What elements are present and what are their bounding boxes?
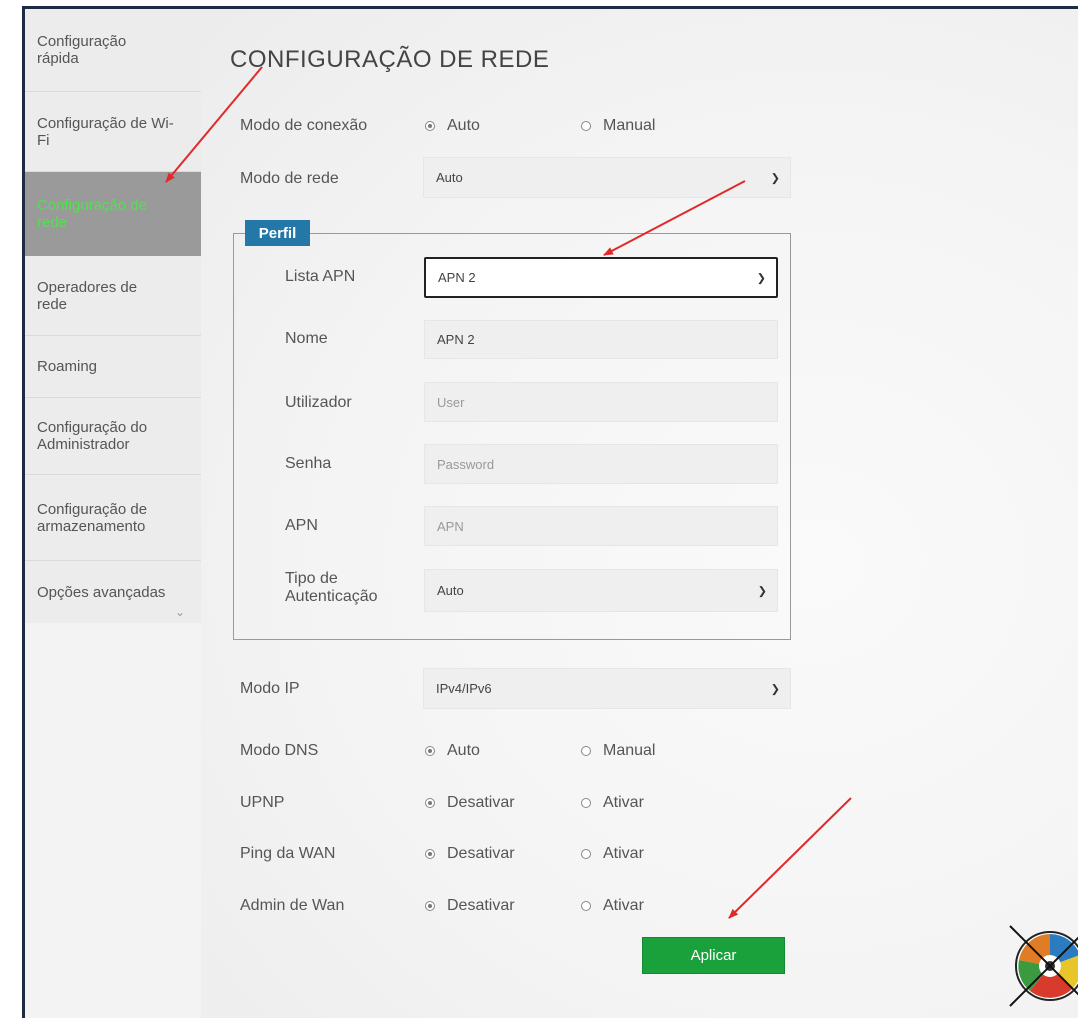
radio-label: Ativar <box>603 794 644 811</box>
profile-legend: Perfil <box>245 220 310 246</box>
sidebar-item-roaming[interactable]: Roaming <box>25 336 201 398</box>
connection-mode-label: Modo de conexão <box>240 117 368 134</box>
sidebar-item-label: Configuração de armazenamento <box>37 500 148 535</box>
sidebar-item-label: Roaming <box>37 358 98 375</box>
sidebar: Configuração rápida Configuração de Wi-F… <box>25 9 201 1018</box>
sidebar-item-quick-setup[interactable]: Configuração rápida <box>25 9 201 92</box>
sidebar-item-label: Configuração rápida <box>37 33 127 67</box>
apply-button[interactable]: Aplicar <box>642 937 785 974</box>
wan-admin-disable-radio[interactable]: Desativar <box>425 897 515 915</box>
chevron-down-icon[interactable]: ⌄ <box>175 605 185 619</box>
wan-ping-enable-radio[interactable]: Ativar <box>581 845 644 863</box>
radio-label: Manual <box>603 742 656 759</box>
sidebar-item-label: Configuração de rede <box>37 197 148 231</box>
auth-type-value: Auto <box>437 583 464 598</box>
page-title: CONFIGURAÇÃO DE REDE <box>230 46 550 73</box>
apn-label: APN <box>285 517 318 534</box>
chevron-down-icon: ❯ <box>756 272 766 284</box>
radio-label: Ativar <box>603 845 644 862</box>
radio-selected-icon <box>425 901 435 911</box>
chevron-down-icon: ❯ <box>757 585 767 597</box>
radio-label: Ativar <box>603 897 644 914</box>
name-field[interactable]: APN 2 <box>424 320 778 359</box>
radio-selected-icon <box>425 849 435 859</box>
user-label: Utilizador <box>285 394 352 411</box>
sidebar-item-label: Operadores de rede <box>37 278 138 313</box>
radio-label: Desativar <box>447 897 515 914</box>
radio-selected-icon <box>425 798 435 808</box>
auth-type-select[interactable]: Auto ❯ <box>424 569 778 612</box>
auth-type-label-line2: Autenticação <box>285 588 378 605</box>
radio-label: Desativar <box>447 845 515 862</box>
radio-unselected-icon <box>581 901 591 911</box>
user-placeholder: User <box>437 394 465 410</box>
wan-admin-label: Admin de Wan <box>240 897 345 914</box>
ip-mode-value: IPv4/IPv6 <box>436 681 492 696</box>
radio-label: Manual <box>603 117 656 134</box>
connection-mode-auto-radio[interactable]: Auto <box>425 117 480 135</box>
upnp-disable-radio[interactable]: Desativar <box>425 794 515 812</box>
chevron-down-icon: ❯ <box>770 683 780 695</box>
apn-placeholder: APN <box>437 518 464 534</box>
radio-unselected-icon <box>581 121 591 131</box>
wan-ping-disable-radio[interactable]: Desativar <box>425 845 515 863</box>
sidebar-item-label: Opções avançadas <box>37 583 166 601</box>
sidebar-menu: Configuração rápida Configuração de Wi-F… <box>25 9 201 623</box>
sidebar-item-admin[interactable]: Configuração do Administrador <box>25 398 201 475</box>
radio-unselected-icon <box>581 798 591 808</box>
network-mode-label: Modo de rede <box>240 170 339 187</box>
name-value: APN 2 <box>437 332 475 347</box>
name-label: Nome <box>285 330 328 347</box>
sidebar-item-operators[interactable]: Operadores de rede <box>25 256 201 336</box>
auth-type-label-line1: Tipo de <box>285 570 338 587</box>
wan-admin-enable-radio[interactable]: Ativar <box>581 897 644 915</box>
sidebar-item-storage[interactable]: Configuração de armazenamento <box>25 475 201 561</box>
radio-selected-icon <box>425 746 435 756</box>
sidebar-item-label: Configuração do Administrador <box>37 419 148 453</box>
upnp-label: UPNP <box>240 794 285 811</box>
radio-label: Auto <box>447 117 480 134</box>
radio-unselected-icon <box>581 746 591 756</box>
wan-ping-label: Ping da WAN <box>240 845 336 862</box>
upnp-enable-radio[interactable]: Ativar <box>581 794 644 812</box>
password-label: Senha <box>285 455 332 472</box>
network-mode-value: Auto <box>436 170 463 185</box>
dns-mode-manual-radio[interactable]: Manual <box>581 742 655 760</box>
user-field[interactable]: User <box>424 382 778 422</box>
auth-type-label: Tipo de Autenticação <box>285 570 378 606</box>
apn-list-label: Lista APN <box>285 268 356 285</box>
connection-mode-manual-radio[interactable]: Manual <box>581 117 655 135</box>
apn-list-select[interactable]: APN 2 ❯ <box>424 257 778 298</box>
password-placeholder: Password <box>437 456 495 472</box>
radio-label: Desativar <box>447 794 515 811</box>
apn-list-value: APN 2 <box>438 270 476 285</box>
radio-unselected-icon <box>581 849 591 859</box>
sidebar-item-label: Configuração de Wi-Fi <box>37 114 174 149</box>
apn-field[interactable]: APN <box>424 506 778 546</box>
chevron-down-icon: ❯ <box>770 172 780 184</box>
dns-mode-auto-radio[interactable]: Auto <box>425 742 480 760</box>
radio-label: Auto <box>447 742 480 759</box>
password-field[interactable]: Password <box>424 444 778 484</box>
sidebar-item-wifi[interactable]: Configuração de Wi-Fi <box>25 92 201 172</box>
ip-mode-label: Modo IP <box>240 680 300 697</box>
radio-selected-icon <box>425 121 435 131</box>
sidebar-item-network[interactable]: Configuração de rede <box>25 172 201 256</box>
ip-mode-select[interactable]: IPv4/IPv6 ❯ <box>423 668 791 709</box>
network-mode-select[interactable]: Auto ❯ <box>423 157 791 198</box>
dns-mode-label: Modo DNS <box>240 742 319 759</box>
